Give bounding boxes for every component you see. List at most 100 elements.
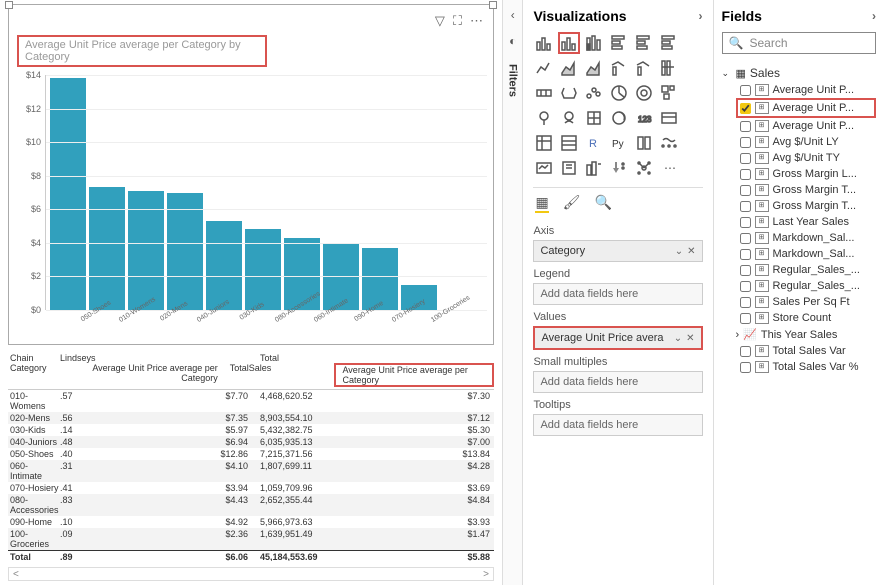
viz-type-icon[interactable] xyxy=(658,57,680,79)
field-row[interactable]: ⊞Regular_Sales_... xyxy=(722,262,877,278)
viz-type-icon[interactable] xyxy=(633,82,655,104)
field-row[interactable]: ⊞Gross Margin L... xyxy=(722,166,877,182)
viz-type-icon[interactable] xyxy=(633,57,655,79)
fields-tab-icon[interactable]: ▦ xyxy=(535,194,548,213)
analytics-tab-icon[interactable]: 🔍 xyxy=(594,194,611,213)
viz-type-icon[interactable] xyxy=(583,57,605,79)
tooltips-well[interactable]: Add data fields here xyxy=(533,414,702,436)
remove-icon[interactable]: ✕ xyxy=(686,333,694,344)
viz-type-icon[interactable] xyxy=(583,82,605,104)
field-row[interactable]: ⊞Total Sales Var xyxy=(722,343,877,359)
viz-type-icon[interactable] xyxy=(533,132,555,154)
viz-type-icon[interactable] xyxy=(658,32,680,54)
viz-type-icon[interactable] xyxy=(608,57,630,79)
viz-type-icon[interactable] xyxy=(608,157,630,179)
values-well[interactable]: Average Unit Price avera⌄✕ xyxy=(533,326,702,350)
bar[interactable] xyxy=(245,229,281,310)
field-row[interactable]: ⊞Avg $/Unit TY xyxy=(722,150,877,166)
field-checkbox[interactable] xyxy=(740,297,751,308)
field-checkbox[interactable] xyxy=(740,103,751,114)
viz-type-icon[interactable] xyxy=(583,32,605,54)
bar[interactable] xyxy=(206,221,242,310)
viz-type-icon[interactable] xyxy=(558,157,580,179)
legend-well[interactable]: Add data fields here xyxy=(533,283,702,305)
viz-type-icon[interactable] xyxy=(533,107,555,129)
filter-icon[interactable]: ▽ xyxy=(435,13,445,29)
field-row[interactable]: ⊞Gross Margin T... xyxy=(722,182,877,198)
format-tab-icon[interactable]: 🖌 xyxy=(563,194,581,213)
viz-type-icon[interactable] xyxy=(533,157,555,179)
field-checkbox[interactable] xyxy=(740,185,751,196)
search-input[interactable]: 🔍Search xyxy=(722,32,877,54)
chevron-down-icon[interactable]: ⌄ xyxy=(674,333,682,344)
field-checkbox[interactable] xyxy=(740,169,751,180)
viz-type-icon[interactable] xyxy=(658,107,680,129)
viz-type-icon[interactable] xyxy=(633,157,655,179)
viz-type-icon[interactable] xyxy=(533,82,555,104)
field-checkbox[interactable] xyxy=(740,249,751,260)
viz-type-icon[interactable] xyxy=(633,32,655,54)
field-checkbox[interactable] xyxy=(740,201,751,212)
field-row[interactable]: ⊞Markdown_Sal... xyxy=(722,230,877,246)
field-row[interactable]: ⊞Gross Margin T... xyxy=(722,198,877,214)
field-checkbox[interactable] xyxy=(740,121,751,132)
viz-type-icon[interactable] xyxy=(583,107,605,129)
chevron-left-icon[interactable]: ‹ xyxy=(511,8,515,22)
viz-type-icon[interactable]: ⋯ xyxy=(658,157,680,179)
field-checkbox[interactable] xyxy=(740,313,751,324)
viz-type-icon[interactable] xyxy=(558,107,580,129)
field-row[interactable]: ⊞Regular_Sales_... xyxy=(722,278,877,294)
collapse-icon[interactable]: › xyxy=(872,9,876,23)
values-label: Values xyxy=(533,311,702,323)
field-checkbox[interactable] xyxy=(740,153,751,164)
viz-type-icon[interactable] xyxy=(608,82,630,104)
filters-collapsed-pane[interactable]: ‹ ◐ Filters xyxy=(502,0,523,585)
field-checkbox[interactable] xyxy=(740,281,751,292)
viz-type-icon[interactable] xyxy=(558,132,580,154)
field-row[interactable]: ⊞Store Count xyxy=(722,310,877,326)
field-row[interactable]: ⊞Last Year Sales xyxy=(722,214,877,230)
viz-type-icon[interactable] xyxy=(658,132,680,154)
field-row[interactable]: ⊞Average Unit P... xyxy=(722,118,877,134)
more-icon[interactable]: ⋯ xyxy=(470,13,483,29)
bar[interactable] xyxy=(89,187,125,310)
chevron-down-icon[interactable]: ⌄ xyxy=(675,246,683,257)
field-checkbox[interactable] xyxy=(740,265,751,276)
field-row[interactable]: ⊞Avg $/Unit LY xyxy=(722,134,877,150)
field-checkbox[interactable] xyxy=(740,362,751,373)
remove-icon[interactable]: ✕ xyxy=(687,246,695,257)
field-row[interactable]: ⊞Average Unit P... xyxy=(736,98,877,118)
viz-type-icon[interactable] xyxy=(558,57,580,79)
hierarchy-field[interactable]: ›📈This Year Sales xyxy=(722,326,877,343)
axis-well[interactable]: Category⌄✕ xyxy=(533,240,702,262)
viz-type-icon[interactable] xyxy=(583,157,605,179)
field-checkbox[interactable] xyxy=(740,137,751,148)
chart-visual[interactable]: ▽ ⛶ ⋯ Average Unit Price average per Cat… xyxy=(8,4,494,345)
table-node[interactable]: ⌄▦Sales xyxy=(722,64,877,82)
viz-type-icon[interactable] xyxy=(558,32,580,54)
viz-type-icon[interactable] xyxy=(558,82,580,104)
field-row[interactable]: ⊞Sales Per Sq Ft xyxy=(722,294,877,310)
viz-type-icon[interactable] xyxy=(633,132,655,154)
small-multiples-well[interactable]: Add data fields here xyxy=(533,371,702,393)
viz-type-icon[interactable]: R xyxy=(583,132,605,154)
horizontal-scrollbar[interactable]: <> xyxy=(8,567,494,581)
field-checkbox[interactable] xyxy=(740,217,751,228)
field-row[interactable]: ⊞Total Sales Var % xyxy=(722,359,877,375)
viz-type-icon[interactable] xyxy=(658,82,680,104)
field-checkbox[interactable] xyxy=(740,233,751,244)
viz-type-icon[interactable] xyxy=(533,57,555,79)
field-checkbox[interactable] xyxy=(740,85,751,96)
field-row[interactable]: ⊞Average Unit P... xyxy=(722,82,877,98)
focus-icon[interactable]: ⛶ xyxy=(453,13,462,29)
svg-text:R: R xyxy=(589,138,597,150)
bar[interactable] xyxy=(50,78,86,310)
field-checkbox[interactable] xyxy=(740,346,751,357)
field-row[interactable]: ⊞Markdown_Sal... xyxy=(722,246,877,262)
viz-type-icon[interactable]: Py xyxy=(608,132,630,154)
collapse-icon[interactable]: › xyxy=(699,9,703,23)
viz-type-icon[interactable] xyxy=(608,32,630,54)
viz-type-icon[interactable] xyxy=(608,107,630,129)
viz-type-icon[interactable]: 123 xyxy=(633,107,655,129)
viz-type-icon[interactable] xyxy=(533,32,555,54)
